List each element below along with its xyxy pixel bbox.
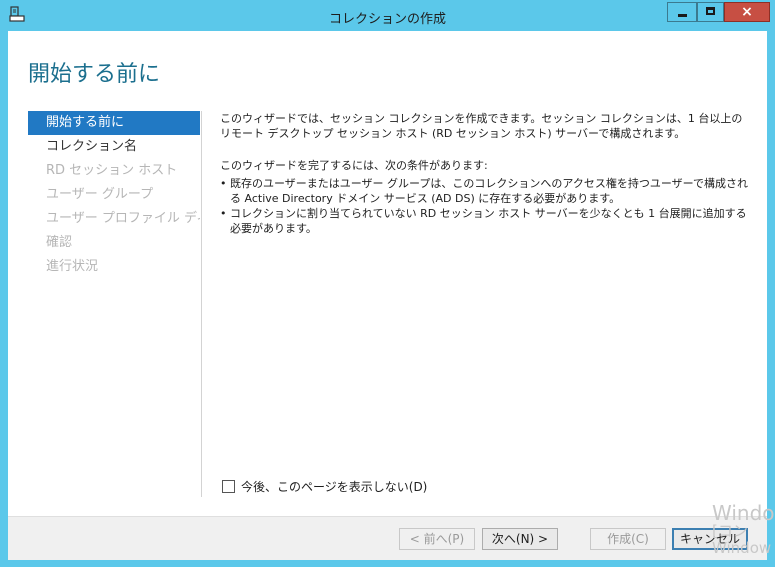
previous-button[interactable]: < 前へ(P) xyxy=(399,528,475,550)
nav-item-user-groups: ユーザー グループ xyxy=(46,187,154,202)
close-icon: × xyxy=(741,4,753,20)
window-title: コレクションの作成 xyxy=(328,12,446,27)
nav-item-before-you-begin[interactable]: 開始する前に xyxy=(28,111,200,135)
wizard-footer: < 前へ(P) 次へ(N) > 作成(C) キャンセル xyxy=(8,516,767,560)
dont-show-again-label[interactable]: 今後、このページを表示しない(D) xyxy=(241,478,427,495)
intro-text: このウィザードでは、セッション コレクションを作成できます。セッション コレクシ… xyxy=(220,112,743,140)
dont-show-again-row[interactable]: 今後、このページを表示しない(D) xyxy=(222,478,427,495)
next-button[interactable]: 次へ(N) > xyxy=(482,528,558,550)
prereq-item: 既存のユーザーまたはユーザー グループは、このコレクションへのアクセス権を持つユ… xyxy=(220,176,750,206)
title-bar[interactable]: コレクションの作成 × xyxy=(0,0,775,30)
nav-item-rd-session-host: RD セッション ホスト xyxy=(46,163,178,178)
wizard-nav: 開始する前に コレクション名 RD セッション ホスト ユーザー グループ ユー… xyxy=(28,111,200,279)
close-button[interactable]: × xyxy=(724,2,770,22)
minimize-button[interactable] xyxy=(667,2,697,22)
nav-item-progress: 進行状況 xyxy=(46,259,99,274)
nav-item-confirmation: 確認 xyxy=(46,235,73,250)
nav-item-collection-name[interactable]: コレクション名 xyxy=(28,135,200,159)
nav-item-user-profile-disks: ユーザー プロファイル ディスク xyxy=(46,211,200,226)
wizard-client-area: 開始する前に 開始する前に コレクション名 RD セッション ホスト ユーザー … xyxy=(8,31,767,560)
prereq-item: コレクションに割り当てられていない RD セッション ホスト サーバーを少なくと… xyxy=(220,206,750,236)
page-title: 開始する前に xyxy=(28,62,161,87)
nav-divider xyxy=(201,111,202,497)
create-button[interactable]: 作成(C) xyxy=(590,528,666,550)
prereq-list: 既存のユーザーまたはユーザー グループは、このコレクションへのアクセス権を持つユ… xyxy=(220,176,750,236)
prereq-heading: このウィザードを完了するには、次の条件があります: xyxy=(220,159,488,172)
dont-show-again-checkbox[interactable] xyxy=(222,480,235,493)
maximize-button[interactable] xyxy=(697,2,724,22)
cancel-button[interactable]: キャンセル xyxy=(672,528,748,550)
wizard-content: このウィザードでは、セッション コレクションを作成できます。セッション コレクシ… xyxy=(220,111,750,236)
